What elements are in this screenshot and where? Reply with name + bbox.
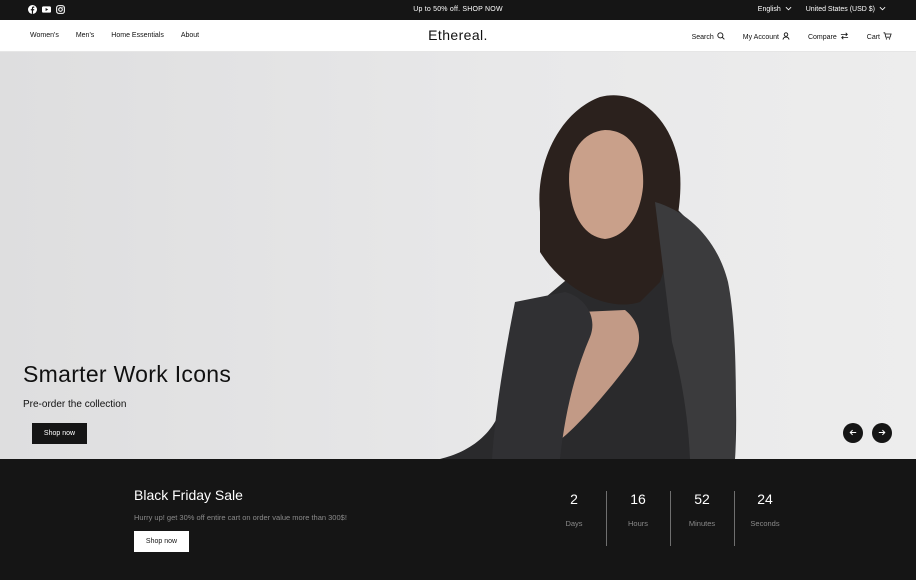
language-select[interactable]: English: [758, 6, 792, 13]
cart-icon: [883, 32, 892, 42]
arrow-left-icon: [849, 428, 857, 438]
currency-select[interactable]: United States (USD $): [806, 6, 886, 13]
announcement-bar: Up to 50% off. SHOP NOW English United S…: [0, 0, 916, 20]
sale-banner: Black Friday Sale Hurry up! get 30% off …: [0, 459, 916, 580]
countdown-value: 52: [694, 491, 710, 507]
compare-button[interactable]: Compare: [808, 32, 849, 42]
hero-title: Smarter Work Icons: [23, 361, 232, 387]
currency-value: United States (USD $): [805, 6, 875, 13]
search-icon: [717, 32, 725, 42]
main-header: Women's Men's Home Essentials About Ethe…: [0, 20, 916, 52]
countdown-label: Hours: [627, 519, 648, 528]
slider-next-button[interactable]: [872, 423, 892, 443]
countdown-seconds: 24 Seconds: [733, 491, 797, 528]
hero-shop-now-button[interactable]: Shop now: [32, 423, 87, 444]
header-actions: Search My Account Compare Cart: [692, 32, 892, 42]
countdown-value: 2: [570, 491, 578, 507]
sale-shop-now-button[interactable]: Shop now: [134, 531, 189, 552]
user-icon: [782, 32, 790, 42]
countdown-label: Minutes: [688, 519, 716, 528]
locale-selectors: English United States (USD $): [758, 6, 886, 13]
language-value: English: [757, 6, 781, 13]
countdown-days: 2 Days: [542, 491, 606, 528]
slider-prev-button[interactable]: [843, 423, 863, 443]
countdown-value: 16: [630, 491, 646, 507]
arrow-right-icon: [878, 428, 886, 438]
countdown-label: Seconds: [750, 519, 780, 528]
hero-slider: Smarter Work Icons Pre-order the collect…: [0, 52, 916, 459]
chevron-down-icon: [785, 6, 792, 13]
hero-subtitle: Pre-order the collection: [23, 399, 127, 410]
countdown-hours: 16 Hours: [606, 491, 670, 528]
search-label: Search: [691, 33, 714, 41]
sale-title: Black Friday Sale: [134, 487, 243, 503]
compare-label: Compare: [807, 33, 837, 41]
sale-description: Hurry up! get 30% off entire cart on ord…: [134, 513, 347, 522]
compare-arrows-icon: [840, 32, 849, 42]
chevron-down-icon: [879, 6, 886, 13]
account-button[interactable]: My Account: [743, 32, 790, 42]
countdown-value: 24: [757, 491, 773, 507]
cart-button[interactable]: Cart: [867, 32, 892, 42]
hero-model-image: [440, 95, 737, 459]
account-label: My Account: [742, 33, 779, 41]
search-button[interactable]: Search: [692, 32, 725, 42]
countdown-minutes: 52 Minutes: [670, 491, 734, 528]
cart-label: Cart: [866, 33, 880, 41]
countdown-label: Days: [565, 519, 583, 528]
